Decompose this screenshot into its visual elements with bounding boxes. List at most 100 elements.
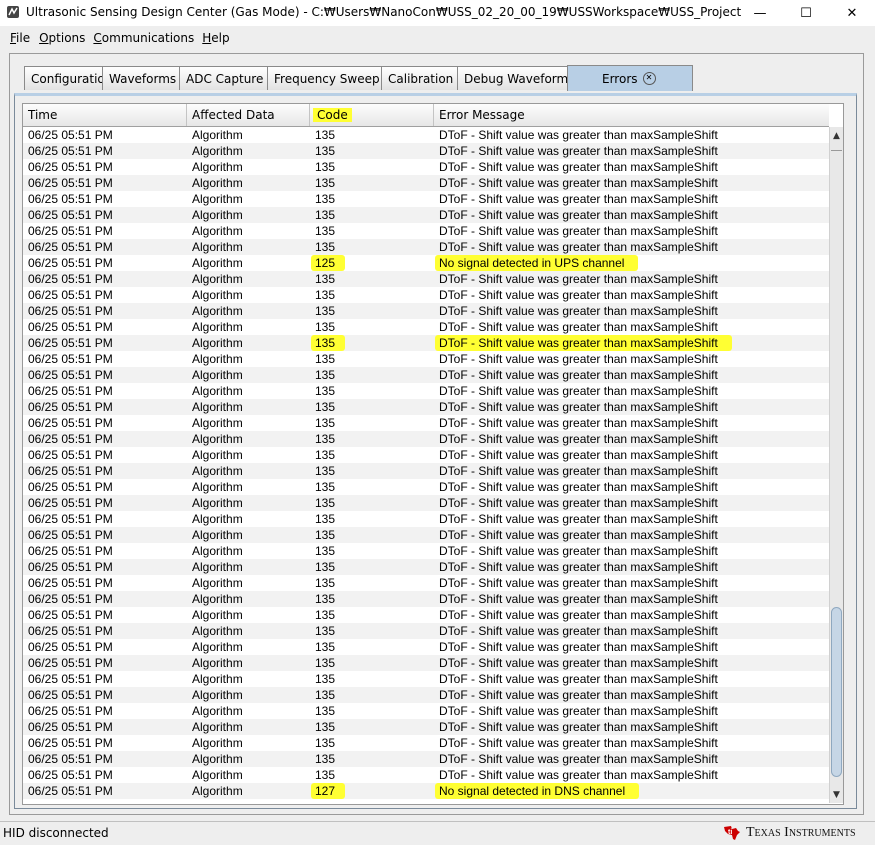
vertical-scrollbar[interactable]: ▲ ▼ xyxy=(829,127,843,803)
table-row[interactable]: 06/25 05:51 PM Algorithm 135 DToF - Shift v… xyxy=(23,591,829,607)
table-row[interactable]: 06/25 05:51 PM Algorithm 135 DToF - Shift v… xyxy=(23,575,829,591)
table-row[interactable]: 06/25 05:51 PM Algorithm 135 DToF - Shift v… xyxy=(23,687,829,703)
tab-close-icon[interactable]: ✕ xyxy=(642,72,656,85)
table-row[interactable]: 06/25 05:51 PM Algorithm 135 DToF - Shift v… xyxy=(23,319,829,335)
table-row[interactable]: 06/25 05:51 PM Algorithm 135 DToF - Shift v… xyxy=(23,511,829,527)
cell-affected-data: Algorithm xyxy=(192,448,243,462)
cell-affected-data: Algorithm xyxy=(192,736,243,750)
table-row[interactable]: 06/25 05:51 PM Algorithm 135 DToF - Shift v… xyxy=(23,719,829,735)
cell-error-message: DToF - Shift value was greater than maxS… xyxy=(439,640,718,654)
tab-frequency-sweep[interactable]: Frequency Sweep xyxy=(267,66,382,90)
table-row[interactable]: 06/25 05:51 PM Algorithm 135 DToF - Shift v… xyxy=(23,143,829,159)
table-row[interactable]: 06/25 05:51 PM Algorithm 135 DToF - Shift v… xyxy=(23,495,829,511)
cell-time: 06/25 05:51 PM xyxy=(28,512,113,526)
cell-affected-data: Algorithm xyxy=(192,400,243,414)
minimize-button[interactable]: — xyxy=(737,0,783,26)
table-row[interactable]: 06/25 05:51 PM Algorithm 135 DToF - Shift v… xyxy=(23,479,829,495)
table-row[interactable]: 06/25 05:51 PM Algorithm 125 No signal dete… xyxy=(23,255,829,271)
table-row[interactable]: 06/25 05:51 PM Algorithm 135 DToF - Shift v… xyxy=(23,703,829,719)
menu-help-label: elp xyxy=(211,31,230,45)
cell-affected-data: Algorithm xyxy=(192,432,243,446)
table-row[interactable]: 06/25 05:51 PM Algorithm 135 DToF - Shift v… xyxy=(23,191,829,207)
cell-error-message: DToF - Shift value was greater than maxS… xyxy=(439,720,718,734)
cell-time: 06/25 05:51 PM xyxy=(28,304,113,318)
maximize-icon: ☐ xyxy=(800,5,812,21)
tab-errors[interactable]: Errors ✕ xyxy=(567,65,693,91)
table-row[interactable]: 06/25 05:51 PM Algorithm 135 DToF - Shift v… xyxy=(23,527,829,543)
menu-options[interactable]: Options xyxy=(39,31,85,45)
table-row[interactable]: 06/25 05:51 PM Algorithm 127 No signal dete… xyxy=(23,783,829,799)
column-header-code[interactable]: Code xyxy=(310,104,434,126)
cell-error-message: DToF - Shift value was greater than maxS… xyxy=(439,176,718,190)
cell-error-message: DToF - Shift value was greater than maxS… xyxy=(439,560,718,574)
cell-error-message: DToF - Shift value was greater than maxS… xyxy=(439,656,718,670)
table-row[interactable]: 06/25 05:51 PM Algorithm 135 DToF - Shift v… xyxy=(23,671,829,687)
cell-error-message: DToF - Shift value was greater than maxS… xyxy=(439,288,718,302)
cell-error-message: DToF - Shift value was greater than maxS… xyxy=(439,736,718,750)
menu-communications[interactable]: Communications xyxy=(93,31,194,45)
cell-code: 135 xyxy=(315,432,336,446)
cell-code: 135 xyxy=(315,656,336,670)
column-header-error-message[interactable]: Error Message xyxy=(434,104,829,126)
tab-calibration[interactable]: Calibration xyxy=(381,66,458,90)
table-row[interactable]: 06/25 05:51 PM Algorithm 135 DToF - Shift v… xyxy=(23,239,829,255)
cell-error-message: DToF - Shift value was greater than maxS… xyxy=(439,384,718,398)
column-header-time[interactable]: Time xyxy=(23,104,187,126)
column-header-affected-data[interactable]: Affected Data xyxy=(187,104,310,126)
cell-error-message: DToF - Shift value was greater than maxS… xyxy=(439,464,718,478)
table-row[interactable]: 06/25 05:51 PM Algorithm 135 DToF - Shift v… xyxy=(23,543,829,559)
menu-help[interactable]: Help xyxy=(202,31,229,45)
cell-error-message: DToF - Shift value was greater than maxS… xyxy=(439,544,718,558)
table-row[interactable]: 06/25 05:51 PM Algorithm 135 DToF - Shift v… xyxy=(23,207,829,223)
table-row[interactable]: 06/25 05:51 PM Algorithm 135 DToF - Shift v… xyxy=(23,335,829,351)
cell-error-message: DToF - Shift value was greater than maxS… xyxy=(435,335,732,351)
table-row[interactable]: 06/25 05:51 PM Algorithm 135 DToF - Shift v… xyxy=(23,559,829,575)
table-row[interactable]: 06/25 05:51 PM Algorithm 135 DToF - Shift v… xyxy=(23,223,829,239)
table-row[interactable]: 06/25 05:51 PM Algorithm 135 DToF - Shift v… xyxy=(23,447,829,463)
cell-affected-data: Algorithm xyxy=(192,144,243,158)
table-row[interactable]: 06/25 05:51 PM Algorithm 135 DToF - Shift v… xyxy=(23,655,829,671)
table-row[interactable]: 06/25 05:51 PM Algorithm 135 DToF - Shift v… xyxy=(23,287,829,303)
table-row[interactable]: 06/25 05:51 PM Algorithm 135 DToF - Shift v… xyxy=(23,127,829,143)
maximize-button[interactable]: ☐ xyxy=(783,0,829,26)
cell-error-message: DToF - Shift value was greater than maxS… xyxy=(439,192,718,206)
table-row[interactable]: 06/25 05:51 PM Algorithm 135 DToF - Shift v… xyxy=(23,735,829,751)
cell-time: 06/25 05:51 PM xyxy=(28,352,113,366)
table-row[interactable]: 06/25 05:51 PM Algorithm 135 DToF - Shift v… xyxy=(23,751,829,767)
table-row[interactable]: 06/25 05:51 PM Algorithm 135 DToF - Shift v… xyxy=(23,383,829,399)
cell-code: 135 xyxy=(315,480,336,494)
table-row[interactable]: 06/25 05:51 PM Algorithm 135 DToF - Shift v… xyxy=(23,159,829,175)
table-row[interactable]: 06/25 05:51 PM Algorithm 135 DToF - Shift v… xyxy=(23,175,829,191)
table-row[interactable]: 06/25 05:51 PM Algorithm 135 DToF - Shift v… xyxy=(23,351,829,367)
window-title: Ultrasonic Sensing Design Center (Gas Mo… xyxy=(26,5,742,19)
scroll-track-mark xyxy=(831,144,842,151)
scroll-down-icon[interactable]: ▼ xyxy=(830,788,843,802)
tab-waveforms[interactable]: Waveforms xyxy=(102,66,180,90)
cell-time: 06/25 05:51 PM xyxy=(28,784,113,798)
tab-adc-capture[interactable]: ADC Capture xyxy=(179,66,268,90)
cell-time: 06/25 05:51 PM xyxy=(28,208,113,222)
menu-file[interactable]: File xyxy=(10,31,30,45)
table-row[interactable]: 06/25 05:51 PM Algorithm 135 DToF - Shift v… xyxy=(23,463,829,479)
scroll-up-icon[interactable]: ▲ xyxy=(830,129,843,143)
tab-configuration[interactable]: Configuration xyxy=(24,66,112,90)
cell-affected-data: Algorithm xyxy=(192,464,243,478)
scrollbar-thumb[interactable] xyxy=(831,607,842,777)
close-button[interactable]: ✕ xyxy=(829,0,875,26)
table-row[interactable]: 06/25 05:51 PM Algorithm 135 DToF - Shift v… xyxy=(23,399,829,415)
cell-time: 06/25 05:51 PM xyxy=(28,368,113,382)
table-row[interactable]: 06/25 05:51 PM Algorithm 135 DToF - Shift v… xyxy=(23,639,829,655)
table-row[interactable]: 06/25 05:51 PM Algorithm 135 DToF - Shift v… xyxy=(23,367,829,383)
table-row[interactable]: 06/25 05:51 PM Algorithm 135 DToF - Shift v… xyxy=(23,415,829,431)
table-row[interactable]: 06/25 05:51 PM Algorithm 135 DToF - Shift v… xyxy=(23,303,829,319)
cell-code: 135 xyxy=(315,320,336,334)
table-row[interactable]: 06/25 05:51 PM Algorithm 135 DToF - Shift v… xyxy=(23,767,829,783)
cell-error-message: DToF - Shift value was greater than maxS… xyxy=(439,416,718,430)
table-row[interactable]: 06/25 05:51 PM Algorithm 135 DToF - Shift v… xyxy=(23,623,829,639)
tab-debug-waveform[interactable]: Debug Waveform xyxy=(457,66,568,90)
table-row[interactable]: 06/25 05:51 PM Algorithm 135 DToF - Shift v… xyxy=(23,607,829,623)
cell-code: 135 xyxy=(315,512,336,526)
cell-code: 135 xyxy=(315,352,336,366)
table-row[interactable]: 06/25 05:51 PM Algorithm 135 DToF - Shift v… xyxy=(23,431,829,447)
table-row[interactable]: 06/25 05:51 PM Algorithm 135 DToF - Shift v… xyxy=(23,271,829,287)
